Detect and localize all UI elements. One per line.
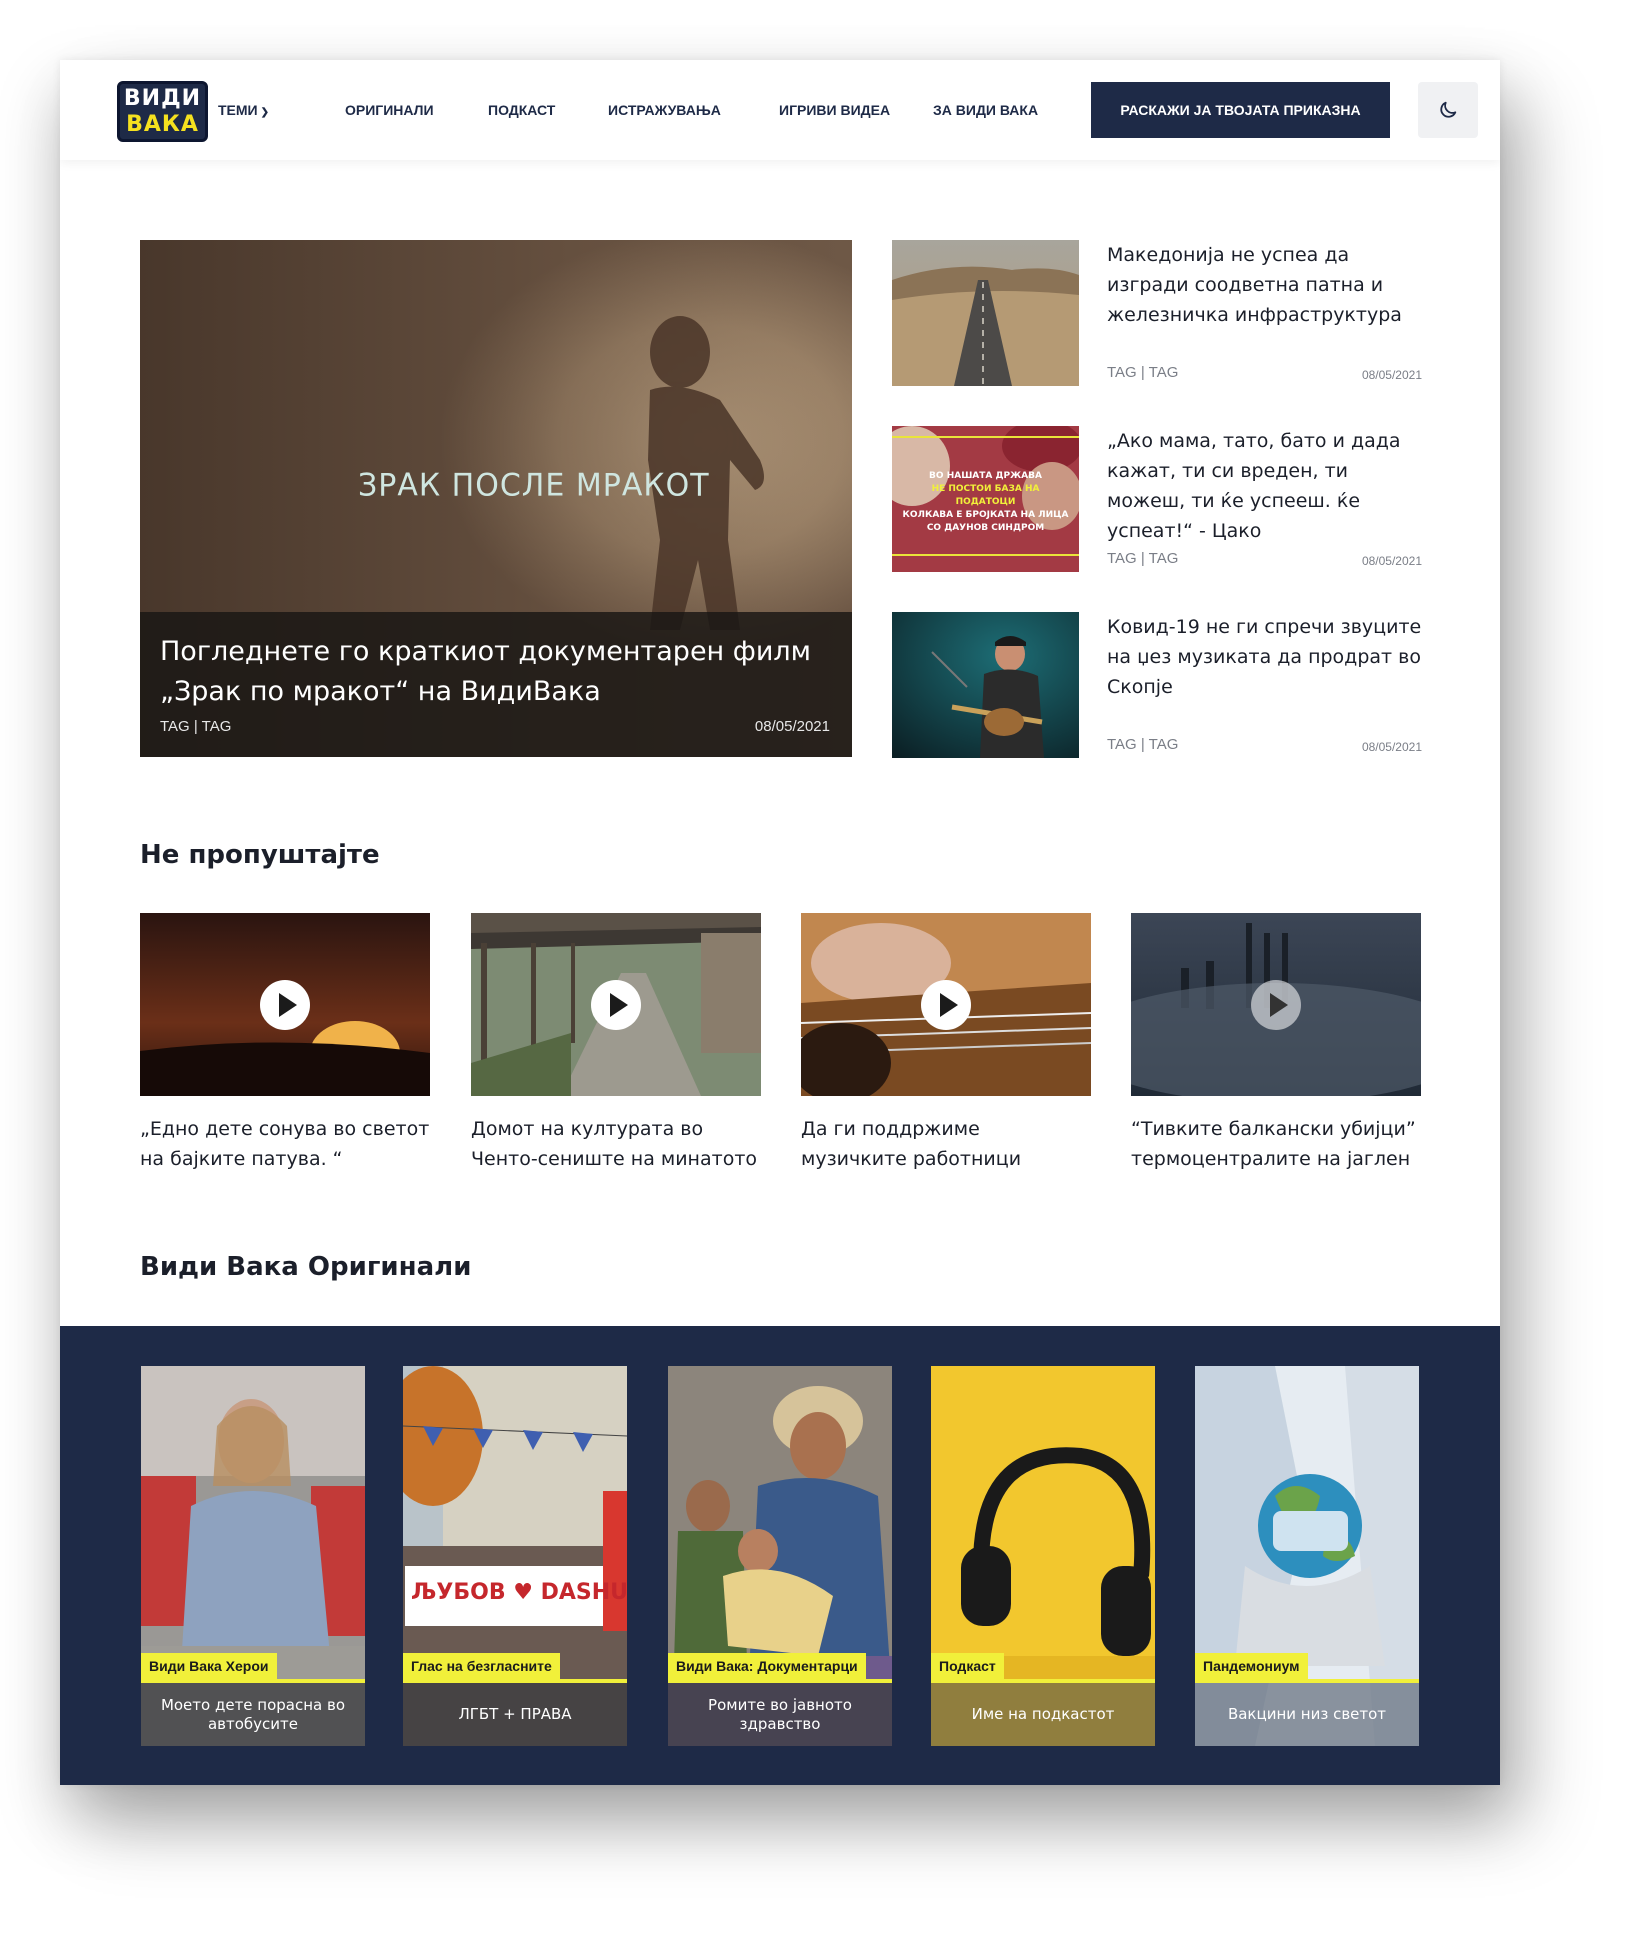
side-article-date: 08/05/2021 [1361, 740, 1422, 754]
originals-card-label[interactable]: Види Вака Херои [141, 1653, 277, 1679]
banner-text: ЉУБОВ ♥ DASHU [411, 1580, 627, 1605]
nav-item-podcast[interactable]: ПОДКАСТ [488, 102, 555, 118]
nav-label: ТЕМИ [218, 102, 258, 118]
side-article[interactable]: Ковид-19 не ги спречи звуците на џез муз… [892, 612, 1422, 758]
play-button[interactable] [260, 980, 310, 1030]
chevron-down-icon: ❯ [260, 107, 270, 118]
video-thumbnail[interactable] [471, 913, 761, 1096]
side-article-tags[interactable]: TAG | TAG [1107, 736, 1178, 753]
thumb-line: СО ДАУНОВ СИНДРОМ [926, 523, 1045, 533]
side-article-thumbnail[interactable] [892, 240, 1079, 386]
originals-card-label[interactable]: Глас на безгласните [403, 1653, 560, 1679]
hero-date: 08/05/2021 [754, 718, 830, 735]
musician-image [892, 612, 1079, 758]
site-header: ВИДИ ВАКА ТЕМИ ❯ ОРИГИНАЛИ ПОДКАСТ ИСТРАЖ… [60, 60, 1500, 160]
originals-card-label[interactable]: Подкаст [931, 1653, 1004, 1679]
originals-card[interactable]: Види Вака Херои Моето дете порасна во ав… [141, 1366, 365, 1746]
video-thumbnail[interactable] [801, 913, 1091, 1096]
road-image [892, 240, 1079, 386]
logo-line-2: ВАКА [126, 112, 199, 137]
side-article-date: 08/05/2021 [1361, 368, 1422, 382]
originals-card-caption[interactable]: Вакцини низ светот [1195, 1683, 1419, 1746]
side-article-title[interactable]: „Ако мама, тато, бато и дада кажат, ти с… [1107, 426, 1422, 546]
hero-article[interactable]: ЗРАК ПОСЛЕ МРАКОТ Погледнете го краткиот… [140, 240, 852, 757]
nav-item-about[interactable]: ЗА ВИДИ ВАКА [933, 102, 1038, 118]
originals-card[interactable]: Пандемониум Вакцини низ светот [1195, 1366, 1419, 1746]
video-thumbnail[interactable] [1131, 913, 1421, 1096]
side-article[interactable]: Македонија не успеа да изгради соодветна… [892, 240, 1422, 386]
originals-card[interactable]: ЉУБОВ ♥ DASHU Глас на безгласните ЛГБТ +… [403, 1366, 627, 1746]
play-button[interactable] [921, 980, 971, 1030]
originals-card-caption[interactable]: Моето дете порасна во автобусите [141, 1683, 365, 1746]
hero-title[interactable]: Погледнете го краткиот документарен филм… [160, 632, 830, 712]
play-button[interactable] [1251, 980, 1301, 1030]
nav-item-originals[interactable]: ОРИГИНАЛИ [345, 102, 434, 118]
tell-your-story-button[interactable]: РАСКАЖИ ЈА ТВОЈАТА ПРИКАЗНА [1091, 82, 1390, 138]
side-article-tags[interactable]: TAG | TAG [1107, 550, 1178, 567]
video-card[interactable]: “Тивките балкански убијци” термоцентрали… [1131, 913, 1421, 1174]
originals-card-caption[interactable]: Име на подкастот [931, 1683, 1155, 1746]
side-article-title[interactable]: Ковид-19 не ги спречи звуците на џез муз… [1107, 612, 1422, 702]
side-article-thumbnail[interactable]: ВО НАШАТА ДРЖАВА НЕ ПОСТОИ БАЗА НА ПОДАТ… [892, 426, 1079, 572]
play-icon [1269, 993, 1288, 1017]
play-icon [939, 993, 958, 1017]
page: ВИДИ ВАКА ТЕМИ ❯ ОРИГИНАЛИ ПОДКАСТ ИСТРАЖ… [60, 60, 1500, 1785]
moon-icon [1440, 101, 1457, 118]
thumb-line: КОЛКАВА Е БРОЈКАТА НА ЛИЦА [902, 510, 1069, 520]
play-button[interactable] [591, 980, 641, 1030]
video-title[interactable]: “Тивките балкански убијци” термоцентрали… [1131, 1114, 1421, 1174]
originals-card-label[interactable]: Пандемониум [1195, 1653, 1308, 1679]
side-article-title[interactable]: Македонија не успеа да изгради соодветна… [1107, 240, 1422, 330]
video-title[interactable]: Домот на културата во Ченто-сениште на м… [471, 1114, 761, 1174]
side-article[interactable]: ВО НАШАТА ДРЖАВА НЕ ПОСТОИ БАЗА НА ПОДАТ… [892, 426, 1422, 572]
site-logo[interactable]: ВИДИ ВАКА [117, 81, 208, 142]
thumb-line: НЕ ПОСТОИ БАЗА НА ПОДАТОЦИ [931, 484, 1040, 507]
originals-card[interactable]: Види Вака: Документарци Ромите во јавнот… [668, 1366, 892, 1746]
video-title[interactable]: Да ги поддржиме музичките работници [801, 1114, 1091, 1174]
hero-tags[interactable]: TAG | TAG [160, 718, 231, 735]
nav-item-videos[interactable]: ИГРИВИ ВИДЕА [779, 102, 890, 118]
theme-toggle-button[interactable] [1418, 82, 1478, 138]
originals-card-caption[interactable]: ЛГБТ + ПРАВА [403, 1683, 627, 1746]
side-article-thumbnail[interactable] [892, 612, 1079, 758]
originals-card-caption[interactable]: Ромите во јавното здравство [668, 1683, 892, 1746]
video-card[interactable]: Домот на културата во Ченто-сениште на м… [471, 913, 761, 1174]
play-icon [278, 993, 297, 1017]
section-title-dont-miss: Не пропуштајте [140, 840, 380, 870]
video-thumbnail[interactable] [140, 913, 430, 1096]
thumbnail-caption: ВО НАШАТА ДРЖАВА НЕ ПОСТОИ БАЗА НА ПОДАТ… [902, 470, 1069, 535]
nav-item-themes[interactable]: ТЕМИ ❯ [218, 102, 269, 118]
video-title[interactable]: „Едно дете сонува во светот на бајките п… [140, 1114, 430, 1174]
section-title-originals: Види Вака Оригинали [140, 1252, 472, 1282]
play-icon [609, 993, 628, 1017]
video-card[interactable]: Да ги поддржиме музичките работници [801, 913, 1091, 1174]
originals-card-label[interactable]: Види Вака: Документарци [668, 1653, 866, 1679]
logo-line-1: ВИДИ [123, 86, 202, 111]
side-article-tags[interactable]: TAG | TAG [1107, 364, 1178, 381]
hero-overlay-text: ЗРАК ПОСЛЕ МРАКОТ [358, 467, 710, 504]
video-card[interactable]: „Едно дете сонува во светот на бајките п… [140, 913, 430, 1174]
hero-caption: Погледнете го краткиот документарен филм… [140, 612, 852, 757]
nav-item-investigations[interactable]: ИСТРАЖУВАЊА [608, 102, 721, 118]
originals-card[interactable]: Подкаст Име на подкастот [931, 1366, 1155, 1746]
thumb-line: ВО НАШАТА ДРЖАВА [929, 471, 1042, 481]
side-article-date: 08/05/2021 [1361, 554, 1422, 568]
